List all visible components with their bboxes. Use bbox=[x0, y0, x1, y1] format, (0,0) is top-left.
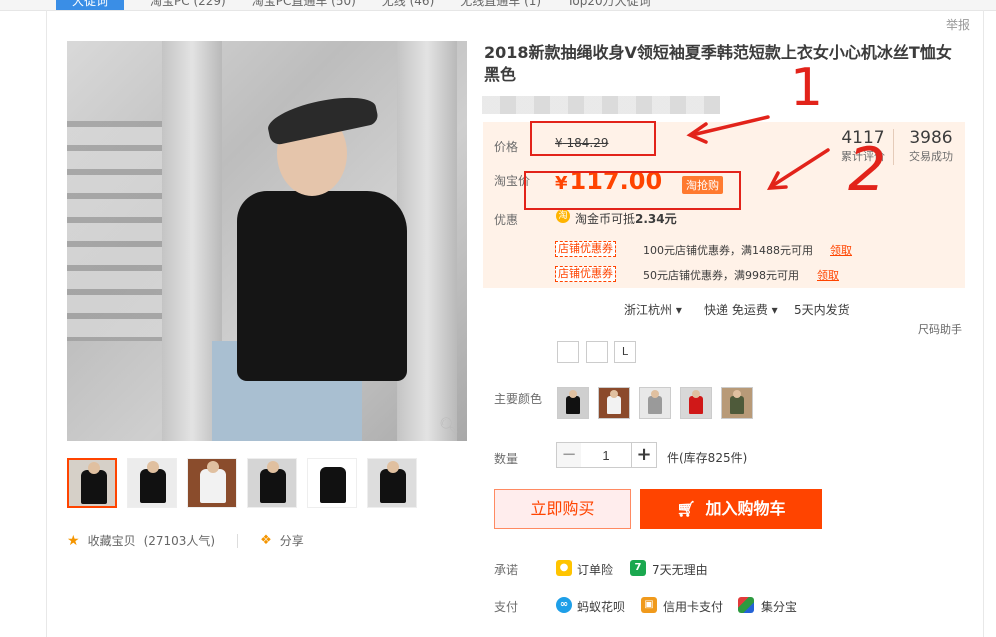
thumbnail-strip bbox=[67, 458, 417, 508]
stat-divider bbox=[893, 129, 894, 165]
thumbnail-2[interactable] bbox=[127, 458, 177, 508]
thumbnail-1[interactable] bbox=[67, 458, 117, 508]
annotation-box-1 bbox=[530, 121, 656, 156]
qty-decrease-button[interactable]: − bbox=[556, 442, 582, 468]
main-product-image[interactable]: 🔍︎ bbox=[67, 41, 467, 441]
promo-label: 优惠 bbox=[494, 213, 519, 227]
coupon-tag-2: 店铺优惠券 bbox=[555, 266, 616, 282]
color-swatch-black[interactable] bbox=[557, 387, 589, 419]
qty-increase-button[interactable]: + bbox=[631, 442, 657, 468]
size-option[interactable] bbox=[557, 341, 579, 363]
tab-wireless[interactable]: 无线 (46) bbox=[382, 0, 434, 10]
model-black-top bbox=[237, 191, 407, 381]
favorite-link[interactable]: 收藏宝贝 bbox=[88, 532, 136, 549]
coin-deduction: 淘金币可抵2.34元 bbox=[575, 212, 677, 226]
taojinbi-coin-icon: 淘 bbox=[556, 209, 570, 223]
sales-stat: 3986 交易成功 bbox=[909, 128, 953, 163]
tab-taobao-pc[interactable]: 淘宝PC (229) bbox=[150, 0, 226, 10]
price-label: 价格 bbox=[494, 140, 519, 154]
seven-day-return[interactable]: 7天无理由 bbox=[652, 561, 708, 578]
qty-input[interactable] bbox=[581, 442, 631, 468]
ship-from[interactable]: 浙江杭州 ▾ bbox=[624, 301, 682, 318]
report-link[interactable]: 举报 bbox=[946, 16, 970, 33]
size-option[interactable] bbox=[586, 341, 608, 363]
seven-day-return-icon: 7 bbox=[630, 560, 646, 576]
color-swatch-grey[interactable] bbox=[639, 387, 671, 419]
divider bbox=[237, 533, 239, 548]
credit-card-icon: ▣ bbox=[641, 597, 657, 613]
size-option-l[interactable]: L bbox=[614, 341, 636, 363]
huabei-icon: ∞ bbox=[556, 597, 572, 613]
star-icon[interactable]: ★ bbox=[67, 533, 80, 549]
thumbnail-6[interactable] bbox=[367, 458, 417, 508]
reviews-stat[interactable]: 4117 累计评价 bbox=[838, 128, 888, 164]
thumbnail-5[interactable] bbox=[307, 458, 357, 508]
qty-label: 数量 bbox=[494, 452, 519, 466]
credit-card-pay[interactable]: 信用卡支付 bbox=[663, 598, 723, 615]
annotation-box-2 bbox=[524, 171, 741, 210]
tab-wireless-ztc[interactable]: 无线直通车 (1) bbox=[460, 0, 541, 10]
stock-info: 件(库存825件) bbox=[667, 451, 748, 465]
blurred-subtitle bbox=[482, 96, 720, 114]
color-swatch-green[interactable] bbox=[721, 387, 753, 419]
color-swatch-white[interactable] bbox=[598, 387, 630, 419]
coupon-tag-1: 店铺优惠券 bbox=[555, 241, 616, 257]
coupon-claim-2[interactable]: 领取 bbox=[817, 267, 839, 283]
add-to-cart-button[interactable]: 🛒︎ 加入购物车 bbox=[640, 489, 822, 529]
order-insurance[interactable]: 订单险 bbox=[577, 561, 613, 578]
popularity-count: (27103人气) bbox=[143, 534, 216, 548]
ship-method[interactable]: 快递 免运费 ▾ bbox=[704, 301, 778, 318]
cart-icon: 🛒︎ bbox=[676, 500, 696, 518]
huabei-pay[interactable]: 蚂蚁花呗 bbox=[577, 598, 625, 615]
coupon-claim-1[interactable]: 领取 bbox=[830, 242, 852, 258]
tab-taobao-pc-ztc[interactable]: 淘宝PC直通车 (50) bbox=[252, 0, 356, 10]
zoom-icon[interactable]: 🔍︎ bbox=[439, 416, 459, 435]
color-label: 主要颜色 bbox=[494, 392, 543, 406]
order-insurance-icon: ● bbox=[556, 560, 572, 576]
tab-top-keywords[interactable]: Top20万大徒词 bbox=[567, 0, 651, 10]
product-title: 2018新款抽绳收身V领短袖夏季韩范短款上衣女小心机冰丝T恤女黑色 bbox=[484, 43, 952, 84]
buy-now-button[interactable]: 立即购买 bbox=[494, 489, 631, 529]
coupon-desc-1: 100元店铺优惠券，满1488元可用 bbox=[643, 244, 813, 257]
thumbnail-4[interactable] bbox=[247, 458, 297, 508]
jifenbao-icon bbox=[738, 597, 754, 613]
share-link[interactable]: 分享 bbox=[280, 532, 304, 549]
tab-keywords[interactable]: 大徒词 bbox=[56, 0, 125, 10]
ship-delivery: 5天内发货 bbox=[794, 303, 850, 317]
share-icon[interactable]: ❖ bbox=[260, 533, 272, 548]
coupon-desc-2: 50元店铺优惠券，满998元可用 bbox=[643, 269, 799, 282]
social-bar: ★ 收藏宝贝 (27103人气) ❖ 分享 bbox=[67, 532, 304, 549]
color-swatch-red[interactable] bbox=[680, 387, 712, 419]
size-helper-link[interactable]: 尺码助手 bbox=[918, 321, 962, 337]
thumbnail-3[interactable] bbox=[187, 458, 237, 508]
jifenbao-pay[interactable]: 集分宝 bbox=[761, 598, 797, 615]
promise-label: 承诺 bbox=[494, 563, 519, 577]
payment-label: 支付 bbox=[494, 600, 519, 614]
